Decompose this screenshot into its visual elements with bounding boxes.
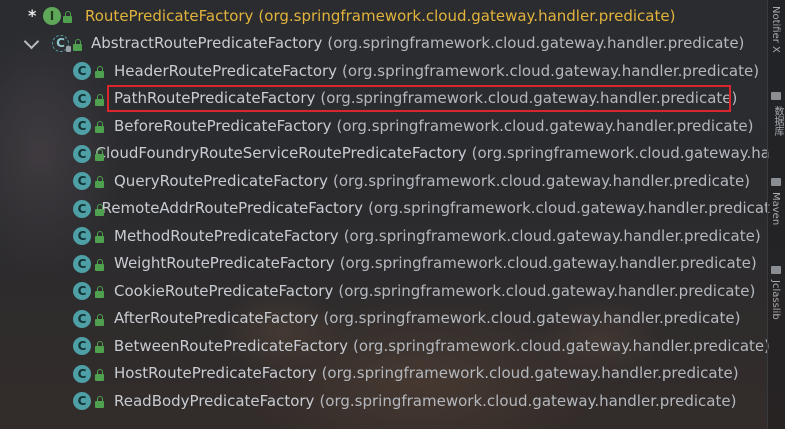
class-name: ReadBodyPredicateFactory: [114, 391, 315, 410]
class-package: (org.springframework.cloud.gateway.handl…: [333, 171, 751, 190]
type-hierarchy-tree: * I RoutePredicateFactory (org.springfra…: [0, 2, 770, 415]
lock-icon: [95, 286, 104, 298]
lock-icon: [95, 368, 104, 381]
tree-row-child[interactable]: C ReadBodyPredicateFactory (org.springfr…: [0, 387, 770, 415]
tree-row-child[interactable]: C AfterRoutePredicateFactory (org.spring…: [0, 305, 770, 333]
class-name: MethodRoutePredicateFactory: [114, 226, 339, 245]
class-name: QueryRoutePredicateFactory: [114, 171, 329, 190]
marker-star: *: [28, 6, 37, 25]
class-package: (org.springframework.cloud.gateway.handl…: [336, 116, 754, 135]
class-package: (org.springframework.cloud.gateway.handl…: [323, 309, 741, 328]
lock-icon: [95, 231, 104, 243]
lock-icon: [95, 66, 104, 78]
class-package: (org.springframework.cloud.gateway.ha: [471, 144, 770, 163]
tree-row-child[interactable]: C QueryRoutePredicateFactory (org.spring…: [0, 167, 770, 195]
tree-row-root[interactable]: * I RoutePredicateFactory (org.springfra…: [0, 2, 770, 30]
tree-row-child[interactable]: C MethodRoutePredicateFactory (org.sprin…: [0, 222, 770, 250]
lock-icon: [95, 203, 104, 216]
class-package: (org.springframework.cloud.gateway.handl…: [343, 226, 761, 245]
class-package: (org.springframework.cloud.gateway.handl…: [368, 199, 770, 218]
lock-icon: [95, 258, 104, 271]
side-tab-maven[interactable]: Maven: [770, 192, 781, 225]
class-package: (org.springframework.cloud.gateway.handl…: [319, 391, 737, 410]
class-icon: C: [73, 227, 91, 245]
class-icon: C: [73, 282, 91, 300]
class-icon: C: [73, 199, 91, 218]
class-name: RemoteAddrRoutePredicateFactory: [101, 199, 364, 218]
side-tab-notifier[interactable]: Notifier X: [770, 6, 781, 53]
pin-icon: [66, 45, 71, 52]
class-package: (org.springframework.cloud.gateway.handl…: [321, 364, 739, 383]
class-package: (org.springframework.cloud.gateway.handl…: [338, 281, 756, 300]
class-icon: C: [73, 144, 91, 163]
side-tab-database[interactable]: 数据库: [770, 106, 785, 136]
tree-row-child[interactable]: C BeforeRoutePredicateFactory (org.sprin…: [0, 112, 770, 140]
lock-icon: [95, 176, 104, 188]
root-package: (org.springframework.cloud.gateway.handl…: [258, 6, 676, 25]
lock-icon: [95, 396, 104, 408]
tree-row-child[interactable]: C HeaderRoutePredicateFactory (org.sprin…: [0, 57, 770, 85]
lock-icon: [95, 93, 104, 106]
tree-row-child[interactable]: C BetweenRoutePredicateFactory (org.spri…: [0, 332, 770, 360]
jclasslib-icon: [771, 266, 781, 274]
class-name: AbstractRoutePredicateFactory: [91, 34, 323, 53]
tree-row-child[interactable]: C WeightRoutePredicateFactory (org.sprin…: [0, 250, 770, 278]
class-package: (org.springframework.cloud.gateway.handl…: [339, 254, 757, 273]
class-icon: C: [73, 62, 91, 80]
class-icon: C: [73, 392, 91, 410]
class-icon: C: [73, 364, 91, 383]
lock-icon: [63, 11, 72, 23]
class-icon: C: [73, 309, 91, 328]
tree-row-child[interactable]: C CookieRoutePredicateFactory (org.sprin…: [0, 277, 770, 305]
tree-row-abstract[interactable]: C AbstractRoutePredicateFactory (org.spr…: [0, 30, 770, 58]
lock-icon: [95, 341, 104, 353]
class-package: (org.springframework.cloud.gateway.handl…: [352, 336, 770, 355]
database-icon: [771, 92, 781, 100]
class-icon: C: [73, 172, 91, 190]
class-name: CloudFoundryRouteServiceRoutePredicateFa…: [95, 144, 467, 163]
class-name: HostRoutePredicateFactory: [114, 364, 317, 383]
lock-icon: [95, 121, 104, 133]
class-name: HeaderRoutePredicateFactory: [114, 61, 338, 80]
class-icon: C: [73, 254, 91, 273]
class-package: (org.springframework.cloud.gateway.handl…: [342, 61, 760, 80]
class-package: (org.springframework.cloud.gateway.handl…: [327, 34, 745, 53]
lock-icon: [95, 313, 104, 326]
lock-icon: [95, 148, 104, 161]
right-tool-strip: Notifier X 数据库 Maven Jclasslib: [767, 0, 785, 429]
class-name: BeforeRoutePredicateFactory: [114, 116, 332, 135]
class-name: AfterRoutePredicateFactory: [114, 309, 319, 328]
class-name: CookieRoutePredicateFactory: [114, 281, 334, 300]
interface-icon: I: [43, 7, 61, 25]
root-class-name: RoutePredicateFactory: [85, 6, 254, 25]
tree-row-child[interactable]: C HostRoutePredicateFactory (org.springf…: [0, 360, 770, 388]
selection-highlight-box: [107, 85, 731, 112]
class-name: WeightRoutePredicateFactory: [114, 254, 335, 273]
tree-row-child[interactable]: C RemoteAddrRoutePredicateFactory (org.s…: [0, 195, 770, 223]
class-icon: C: [73, 337, 91, 355]
class-name: BetweenRoutePredicateFactory: [113, 336, 348, 355]
lock-icon: [73, 38, 82, 51]
class-icon: C: [73, 117, 91, 135]
class-icon: C: [73, 89, 91, 108]
tree-row-child[interactable]: C CloudFoundryRouteServiceRoutePredicate…: [0, 140, 770, 168]
maven-icon: [771, 178, 781, 186]
side-tab-jclasslib[interactable]: Jclasslib: [770, 280, 781, 320]
chevron-down-icon[interactable]: [23, 33, 40, 49]
